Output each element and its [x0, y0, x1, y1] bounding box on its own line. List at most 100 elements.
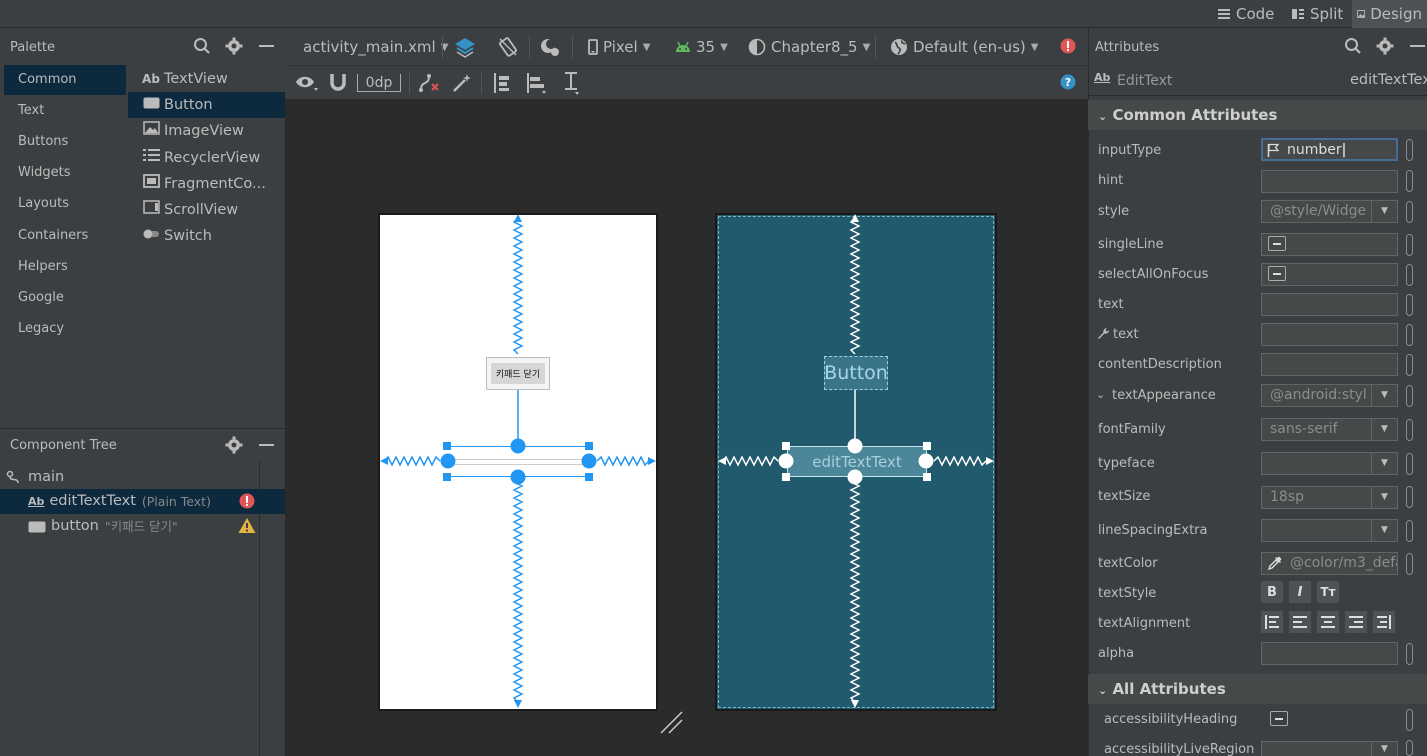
error-icon[interactable]: [239, 493, 255, 509]
chevron-down-icon: ⌄: [1098, 684, 1108, 697]
night-mode-icon[interactable]: [539, 37, 561, 57]
category-text[interactable]: Text: [4, 96, 126, 126]
chevron-down-icon[interactable]: ⌄: [1096, 388, 1105, 401]
chevron-down-icon[interactable]: ▼: [1371, 520, 1397, 541]
design-label: Design: [1370, 5, 1422, 23]
chevron-down-icon: ⌄: [1098, 110, 1108, 123]
minimize-icon[interactable]: [1410, 45, 1425, 47]
category-layouts[interactable]: Layouts: [4, 189, 126, 219]
layers-icon[interactable]: [453, 36, 477, 58]
code-view-button[interactable]: Code: [1212, 0, 1279, 28]
tree-item-edittext[interactable]: Ab editTextText (Plain Text): [0, 489, 285, 514]
gear-icon[interactable]: [1376, 37, 1394, 55]
align-center-icon[interactable]: [1317, 611, 1339, 633]
file-selector[interactable]: activity_main.xml ▼: [303, 28, 448, 66]
chevron-down-icon[interactable]: ▼: [1371, 419, 1397, 440]
content-description-field[interactable]: [1261, 353, 1398, 376]
category-containers[interactable]: Containers: [4, 221, 126, 251]
button-icon: [140, 92, 162, 118]
device-selector[interactable]: Pixel ▼: [588, 28, 650, 66]
accessibility-live-region-field[interactable]: ▼: [1261, 741, 1398, 756]
edittext-blueprint[interactable]: editTextText: [787, 446, 927, 477]
locale-selector[interactable]: Default (en-us) ▼: [890, 28, 1038, 66]
component-imageview[interactable]: ImageView: [128, 118, 285, 144]
font-family-field[interactable]: sans-serif ▼: [1261, 418, 1398, 441]
pack-icon[interactable]: [491, 71, 513, 95]
minimize-icon[interactable]: [259, 444, 274, 446]
scroll-icon: [140, 197, 162, 223]
top-bar: Code Split Design: [0, 0, 1427, 28]
magnet-icon[interactable]: [329, 73, 347, 91]
design-toolbar: activity_main.xml ▼ Pixel ▼ 35 ▼ Chapter8_5…: [285, 28, 1088, 66]
component-button[interactable]: Button: [128, 92, 285, 118]
common-attributes-section[interactable]: ⌄ Common Attributes: [1088, 100, 1427, 130]
locale-name: Default (en-us): [913, 38, 1026, 56]
chevron-down-icon[interactable]: ▼: [1371, 487, 1397, 508]
category-helpers[interactable]: Helpers: [4, 252, 126, 282]
split-view-button[interactable]: Split: [1286, 0, 1348, 28]
text-appearance-field[interactable]: @android:styl ▼: [1261, 384, 1398, 407]
category-legacy[interactable]: Legacy: [4, 314, 126, 344]
tools-text-field[interactable]: [1261, 323, 1398, 346]
bold-button[interactable]: B: [1261, 581, 1283, 603]
component-scrollview[interactable]: ScrollView: [128, 197, 285, 223]
clear-constraints-icon[interactable]: [417, 72, 441, 94]
line-spacing-extra-field[interactable]: ▼: [1261, 519, 1398, 542]
minimize-icon[interactable]: [259, 45, 274, 47]
magic-wand-icon[interactable]: [451, 72, 473, 94]
tree-item-main[interactable]: main: [0, 465, 285, 490]
search-icon[interactable]: [1344, 37, 1362, 55]
typeface-field[interactable]: ▼: [1261, 452, 1398, 475]
chevron-down-icon[interactable]: ▼: [1371, 453, 1397, 474]
default-margin-field[interactable]: 0dp: [357, 74, 401, 92]
text-color-field[interactable]: @color/m3_defa: [1261, 552, 1398, 575]
text-field[interactable]: [1261, 293, 1398, 316]
category-widgets[interactable]: Widgets: [4, 158, 126, 188]
checkbox-indeterminate-icon[interactable]: [1268, 236, 1286, 251]
align-start-icon[interactable]: [1261, 611, 1283, 633]
tree-item-button[interactable]: button "키패드 닫기": [0, 514, 285, 539]
checkbox-indeterminate-icon[interactable]: [1270, 711, 1288, 726]
italic-button[interactable]: I: [1289, 581, 1311, 603]
text-size-field[interactable]: 18sp ▼: [1261, 486, 1398, 509]
category-google[interactable]: Google: [4, 283, 126, 313]
all-caps-button[interactable]: Tт: [1317, 581, 1339, 603]
design-view-button[interactable]: Design: [1352, 0, 1427, 28]
eye-icon[interactable]: [295, 74, 319, 92]
style-field[interactable]: @style/Widge ▼: [1261, 200, 1398, 223]
align-end-icon[interactable]: [1373, 611, 1395, 633]
component-switch[interactable]: Switch: [128, 223, 285, 249]
component-textview[interactable]: Ab TextView: [128, 66, 285, 92]
search-icon[interactable]: [193, 37, 211, 55]
error-icon[interactable]: [1060, 38, 1076, 54]
edittext-preview[interactable]: [447, 446, 589, 477]
orientation-icon[interactable]: [497, 36, 519, 58]
align-right-icon[interactable]: [1345, 611, 1367, 633]
theme-selector[interactable]: Chapter8_5 ▼: [748, 28, 870, 66]
component-fragmentcontainer[interactable]: FragmentCo...: [128, 171, 285, 197]
category-common[interactable]: Common: [4, 65, 126, 95]
button-blueprint[interactable]: Button: [824, 356, 888, 390]
keypad-close-button-preview[interactable]: 키패드 닫기: [486, 357, 550, 390]
widget-id[interactable]: editTextTex: [1350, 72, 1427, 88]
fragment-icon: [140, 171, 162, 197]
align-left-icon[interactable]: [1289, 611, 1311, 633]
chevron-down-icon[interactable]: ▼: [1371, 742, 1397, 756]
chevron-down-icon[interactable]: ▼: [1371, 201, 1397, 222]
gear-icon[interactable]: [225, 37, 243, 55]
input-type-field[interactable]: number|: [1261, 138, 1398, 161]
chevron-down-icon[interactable]: ▼: [1371, 385, 1397, 406]
align-icon[interactable]: [525, 71, 549, 95]
component-recyclerview[interactable]: RecyclerView: [128, 145, 285, 171]
warning-icon[interactable]: [238, 517, 256, 534]
api-selector[interactable]: 35 ▼: [675, 28, 728, 66]
alpha-field[interactable]: [1261, 642, 1398, 665]
guidelines-icon[interactable]: [561, 71, 583, 95]
help-icon[interactable]: ?: [1060, 74, 1076, 90]
all-attributes-section[interactable]: ⌄ All Attributes: [1088, 674, 1427, 704]
split-icon: [1292, 9, 1304, 19]
hint-field[interactable]: [1261, 170, 1398, 193]
checkbox-indeterminate-icon[interactable]: [1268, 266, 1286, 281]
gear-icon[interactable]: [225, 436, 243, 454]
category-buttons[interactable]: Buttons: [4, 127, 126, 157]
